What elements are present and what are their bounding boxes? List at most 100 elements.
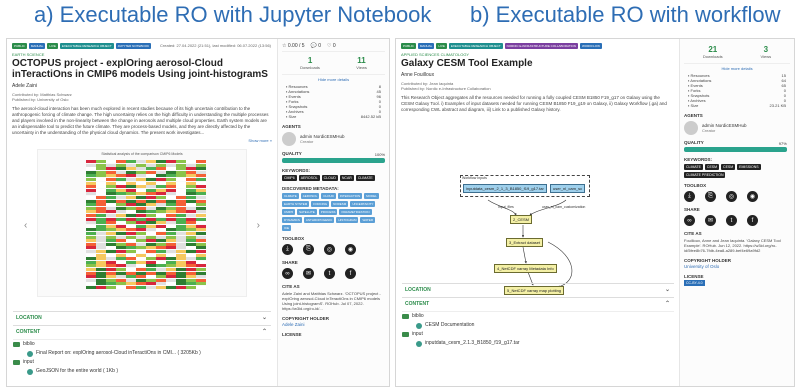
copy-icon[interactable]: ⎘ <box>705 191 716 202</box>
content-section[interactable]: CONTENT ⌃ <box>402 297 674 309</box>
keyword-chip[interactable]: AEROSOL <box>298 175 320 181</box>
heatmap-cell <box>96 232 106 235</box>
tag[interactable]: LIVE <box>47 43 58 49</box>
tag[interactable]: PUBLIC <box>401 43 416 49</box>
tag[interactable]: LIVE <box>436 43 447 49</box>
show-more-link[interactable]: Show more » <box>12 138 272 143</box>
workflow-input-node[interactable]: inputdata_cesm_2_1_3_B1850_f19_g17.tar <box>463 184 547 193</box>
list-item[interactable]: input <box>402 330 674 339</box>
keyword-chip[interactable]: EMISSIONS <box>737 164 761 170</box>
metadata-chip[interactable]: AEROSOL <box>300 193 320 199</box>
tag[interactable]: EXECUTABLE RESEARCH OBJECT <box>59 43 114 49</box>
metadata-chip[interactable]: SATELLITE <box>297 209 317 215</box>
content-section[interactable]: CONTENT ⌃ <box>13 325 271 337</box>
email-icon[interactable]: ✉ <box>705 215 716 226</box>
subject-area[interactable]: EARTH SCIENCE <box>12 52 272 57</box>
heatmap-cell <box>116 271 126 275</box>
tag[interactable]: NORDIC E-INFRASTRUCTURE COLLABORATION <box>504 43 578 49</box>
list-item[interactable]: biblio <box>402 312 674 321</box>
agent[interactable]: admin NordicESMHub Creator <box>282 132 385 146</box>
heatmap-cell <box>176 203 186 207</box>
tag[interactable]: MANUAL <box>417 43 435 49</box>
license-badge[interactable]: CC-BY-4.0 <box>684 280 705 286</box>
tag[interactable]: PUBLIC <box>12 43 27 49</box>
heatmap-cell <box>146 203 156 207</box>
keyword-chip[interactable]: CLOUD <box>321 175 338 181</box>
ro-author[interactable]: Adele Zaini <box>12 83 272 89</box>
twitter-icon[interactable]: t <box>726 215 737 226</box>
settings-icon[interactable]: ◎ <box>726 191 737 202</box>
metadata-chip[interactable]: UNCERTAINTY <box>350 201 376 207</box>
workflow-step-node[interactable]: 4_NetCDF xarray Metadata Info <box>494 264 557 273</box>
list-item[interactable]: CESM Documentation <box>402 321 674 330</box>
twitter-icon[interactable]: t <box>324 268 335 279</box>
link-icon[interactable]: ∞ <box>684 215 695 226</box>
galaxy-icon[interactable]: ◉ <box>747 191 758 202</box>
keyword-chip[interactable]: CLIMATE <box>684 164 703 170</box>
jupyter-icon[interactable]: ◉ <box>345 244 356 255</box>
keyword-chip[interactable]: CESM <box>704 164 720 170</box>
metadata-chip[interactable]: PROCESS <box>318 209 338 215</box>
tag[interactable]: JUPYTER NOTEBOOK <box>115 43 152 49</box>
metadata-chip[interactable]: ANTHROPOGENIC <box>303 217 335 223</box>
location-section[interactable]: LOCATION ⌄ <box>13 311 271 323</box>
likes[interactable]: ♡ 0 <box>327 43 336 49</box>
metadata-chip[interactable]: CLOUD <box>321 193 336 199</box>
link-icon[interactable]: ∞ <box>282 268 293 279</box>
workflow-step-node[interactable]: 3_Extract dataset <box>506 238 544 247</box>
metadata-chip[interactable]: NORESM <box>331 201 349 207</box>
copyright-holder[interactable]: University of Oslo <box>684 264 790 269</box>
list-item[interactable]: biblio <box>13 340 271 349</box>
chevron-down-icon[interactable]: ⌄ <box>665 286 670 293</box>
chevron-down-icon[interactable]: ⌄ <box>262 314 267 321</box>
heatmap-cell <box>136 239 146 243</box>
ro-author[interactable]: Anne Fouilloux <box>401 72 674 78</box>
metadata-chip[interactable]: CMIP6 <box>282 209 296 215</box>
heatmap-cell <box>186 221 196 225</box>
metadata-chip[interactable]: DYNAMICS <box>282 217 302 223</box>
workflow-input-node[interactable]: user_nl_cam_sc <box>550 184 586 193</box>
keyword-chip[interactable]: CLIMATE <box>355 175 375 181</box>
copyright-holder[interactable]: Adele Zaini <box>282 322 385 327</box>
tag[interactable]: MANUAL <box>28 43 46 49</box>
keyword-chip[interactable]: CESM <box>721 164 736 170</box>
subject-area[interactable]: APPLIED SCIENCES CLIMATOLOGY <box>401 52 674 57</box>
metadata-chip[interactable]: INTERACTION <box>337 193 363 199</box>
rating[interactable]: ☆ 0.00 / 5 <box>282 43 305 49</box>
list-item[interactable]: input <box>13 358 271 367</box>
carousel-prev-icon[interactable]: ‹ <box>24 220 27 231</box>
metadata-chip[interactable]: EARTH SYSTEM <box>282 201 310 207</box>
list-item[interactable]: GeoJSON for the entire world ( 1Kb ) <box>13 367 271 376</box>
agent[interactable]: admin NordicESMHub Creator <box>684 121 790 135</box>
tag[interactable]: WORKFLOW <box>579 43 602 49</box>
metadata-chip[interactable]: WATER <box>360 217 375 223</box>
copy-icon[interactable]: ⎘ <box>303 244 314 255</box>
hide-details-link[interactable]: Hide more details <box>282 77 385 82</box>
settings-icon[interactable]: ◎ <box>324 244 335 255</box>
heatmap-cell <box>136 217 146 221</box>
tag[interactable]: EXECUTABLE RESEARCH OBJECT <box>448 43 503 49</box>
download-icon[interactable]: ⤓ <box>684 191 695 202</box>
keyword-chip[interactable]: NCAR <box>339 175 354 181</box>
facebook-icon[interactable]: f <box>345 268 356 279</box>
metadata-chip[interactable]: HISTOGRAM <box>336 217 359 223</box>
metadata-chip[interactable]: ICE <box>282 225 292 231</box>
comments[interactable]: 💬 0 <box>311 43 321 49</box>
hide-details-link[interactable]: Hide more details <box>684 66 790 71</box>
workflow-step-node[interactable]: 2_CESM <box>510 215 533 224</box>
metadata-chip[interactable]: PARAMETRIZATION <box>339 209 372 215</box>
facebook-icon[interactable]: f <box>747 215 758 226</box>
list-item[interactable]: inputdata_cesm_2.1.3_B1850_f19_g17.tar <box>402 339 674 348</box>
list-item[interactable]: Final Report on: explOring aerosol-Cloud… <box>13 349 271 358</box>
keyword-chip[interactable]: CLIMATE PREDICTION <box>684 172 726 178</box>
chevron-up-icon[interactable]: ⌃ <box>262 328 267 335</box>
chevron-up-icon[interactable]: ⌃ <box>665 300 670 307</box>
location-section[interactable]: LOCATION ⌄ <box>402 283 674 295</box>
metadata-chip[interactable]: MODEL <box>364 193 379 199</box>
download-icon[interactable]: ⤓ <box>282 244 293 255</box>
metadata-chip[interactable]: FORCING <box>311 201 330 207</box>
metadata-chip[interactable]: CLIMATE <box>282 193 299 199</box>
email-icon[interactable]: ✉ <box>303 268 314 279</box>
carousel-next-icon[interactable]: › <box>257 220 260 231</box>
keyword-chip[interactable]: CMIP6 <box>282 175 297 181</box>
